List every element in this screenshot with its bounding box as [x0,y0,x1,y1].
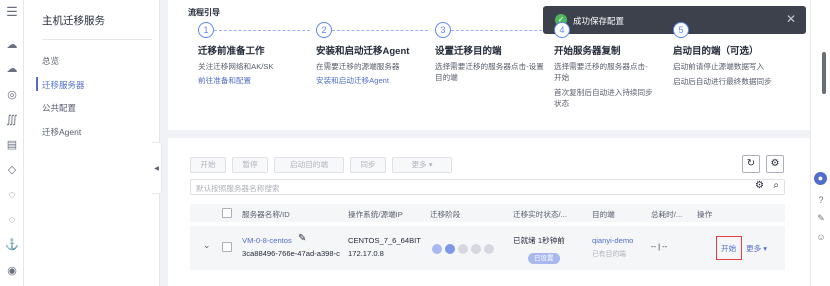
step-description: 选择需要迁移的服务器点击-开始 [554,62,648,82]
row-checkbox[interactable] [222,242,232,252]
step-description: 启动前请停止源端数据写入 [673,62,765,71]
step-name: 安装和启动迁移Agent [316,46,410,57]
sidebar-item-migration-servers[interactable]: 迁移服务器 [42,79,85,91]
scrollbar-thumb[interactable] [822,52,826,94]
menu-icon[interactable]: ☰ [5,5,19,19]
step-description: 在需要迁移的源端服务器 [316,62,400,71]
settings-icon[interactable]: ⚙ [766,155,784,173]
server-search-input[interactable]: 默认按照服务器名称搜索 ⚙ ⌕ [190,179,785,195]
col-realtime-status: 迁移实时状态/... [513,210,568,219]
col-total-time: 总耗时/... [651,210,683,219]
col-os-ip: 操作系统/源端IP [348,210,403,219]
chat-icon[interactable]: ● [814,172,827,185]
col-actions: 操作 [697,210,713,219]
col-stage: 迁移阶段 [430,210,461,219]
cloud-small-icon[interactable]: ◇ [5,163,19,177]
cloud-outline-icon[interactable]: ☁ [5,62,19,76]
launch-target-button[interactable]: 启动目的端 [274,157,344,173]
circle-settings-icon[interactable]: ◉ [5,264,19,278]
guide-step-3: 3 设置迁移目的端 选择需要迁移的服务器点击-设置目的端 [435,22,551,83]
step-connector [332,30,428,31]
service-title: 主机迁移服务 [42,15,105,27]
step-number: 3 [435,22,451,38]
guide-step-2: 2 安装和启动迁移Agent 在需要迁移的源端服务器 安装和启动迁移Agent [316,22,432,86]
search-placeholder: 默认按照服务器名称搜索 [196,184,280,193]
expand-row-icon[interactable]: ⌄ [203,240,211,251]
stage-dot-3 [458,244,468,254]
row-more-dropdown[interactable]: 更多 ▾ [746,243,767,254]
document-icon[interactable]: ▤ [5,138,19,152]
status-badge: 已设置 [528,253,560,264]
table-row: ⌄ VM-0-8-centos ✎ 3ca88496-766e-47ad-a39… [190,226,785,270]
select-all-checkbox[interactable] [222,208,232,218]
server-ip: 172.17.0.8 [348,249,384,258]
stage-dot-1 [432,244,442,254]
sidebar-item-overview[interactable]: 总览 [42,55,59,67]
edit-feedback-icon[interactable]: ✎ [815,212,827,224]
toast-message: 成功保存配置 [573,16,625,26]
guide-step-4: 4 开始服务器复制 选择需要迁移的服务器点击-开始 首次复制后自动进入持续同步状… [554,22,670,109]
realtime-status: 已就绪 1秒钟前 [513,236,565,245]
server-os: CENTOS_7_6_64BIT [348,236,421,245]
step-name: 迁移前准备工作 [198,46,265,57]
step-description-2: 首次复制后自动进入持续同步状态 [554,88,653,108]
sidebar-item-public-config[interactable]: 公共配置 [42,102,76,114]
step-number: 1 [198,22,214,38]
step-link-prepare[interactable]: 前往准备和配置 [198,75,314,86]
step-connector [214,30,310,31]
target-sub: 已有目的端 [592,251,626,258]
guide-step-1: 1 迁移前准备工作 关注迁移网络和AK/SK 前往准备和配置 [198,22,314,86]
step-connector [451,30,547,31]
server-id: 3ca88496-766e-47ad-a398-c [242,249,340,258]
step-description: 选择需要迁移的服务器点击-设置目的端 [435,62,544,82]
database-icon[interactable]: ◎ [5,88,19,102]
row-start-button[interactable]: 开始 [721,243,736,254]
stage-dot-5 [484,244,494,254]
step-number: 2 [316,22,332,38]
refresh-icon[interactable]: ↻ [742,155,760,173]
step-description: 关注迁移网络和AK/SK [198,62,274,71]
smile-icon[interactable]: ☺ [815,231,827,243]
server-name-link[interactable]: VM-0-8-centos [242,236,292,245]
stage-dot-4 [471,244,481,254]
cloud-icon[interactable]: ☁ [5,38,19,52]
server-list-panel: 开始 暂停 启动目的端 同步 更多 ▾ ↻ ⚙ 默认按照服务器名称搜索 ⚙ ⌕ … [168,138,810,286]
stage-dot-2 [445,244,455,254]
sidebar-item-migration-agent[interactable]: 迁移Agent [42,126,81,138]
step-name: 启动目的端（可选） [673,46,759,57]
cloud-upload-icon[interactable]: ◌ [5,213,19,227]
table-header: 服务器名称/ID 操作系统/源端IP 迁移阶段 迁移实时状态/... 目的端 总… [190,204,785,222]
service-sidebar: 主机迁移服务 总览 迁移服务器 公共配置 迁移Agent [24,0,160,286]
col-target: 目的端 [592,210,615,219]
sidebar-collapse-button[interactable]: ◀ [152,142,162,194]
cloud-check-icon[interactable]: ◌ [5,188,19,202]
sidebar-divider [42,39,152,40]
sidebar-active-indicator [36,77,38,91]
pause-button[interactable]: 暂停 [232,157,268,173]
start-button[interactable]: 开始 [190,157,226,173]
sum-icon[interactable]: ∭ [5,113,19,127]
help-icon[interactable]: ? [815,194,827,206]
close-icon[interactable]: ✕ [786,12,796,26]
global-nav-rail: ☰ ☁ ☁ ◎ ∭ ▤ ◇ ◌ ◌ ⚓ ◉ [0,0,24,286]
step-name: 开始服务器复制 [554,46,621,57]
step-link-install-agent[interactable]: 安装和启动迁移Agent [316,75,432,86]
search-settings-icon[interactable]: ⚙ [755,180,764,191]
step-description-2: 启动后自动进行最终数据同步 [673,77,772,86]
anchor-icon[interactable]: ⚓ [5,238,19,252]
guide-title: 流程引导 [188,8,220,17]
step-name: 设置迁移目的端 [435,46,502,57]
step-number: 4 [554,22,570,38]
search-icon[interactable]: ⌕ [773,180,779,191]
edit-icon[interactable]: ✎ [298,233,306,244]
right-tool-rail: ● ? ✎ ☺ [810,0,830,286]
step-number: 5 [673,22,689,38]
sync-button[interactable]: 同步 [350,157,386,173]
target-link[interactable]: qianyi-demo [592,236,633,245]
total-time: -- | -- [651,242,668,251]
col-server-name: 服务器名称/ID [242,210,290,219]
more-dropdown[interactable]: 更多 ▾ [392,157,452,173]
